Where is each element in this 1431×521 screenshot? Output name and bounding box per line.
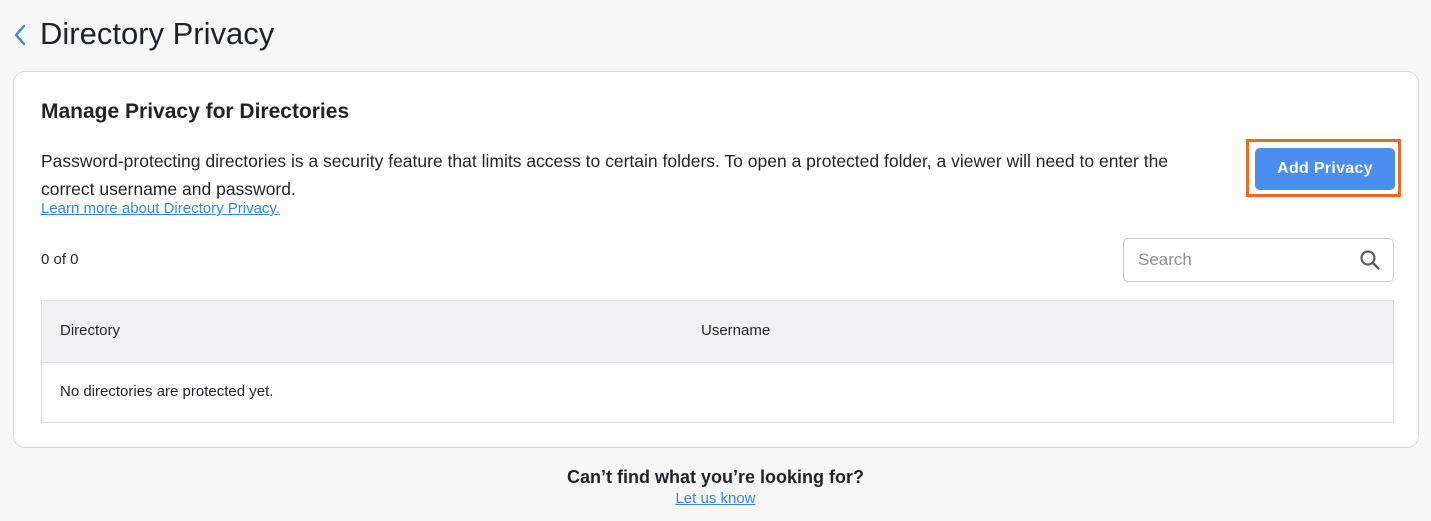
help-question: Can’t find what you’re looking for? [567, 467, 864, 487]
directories-table: Directory Username No directories are pr… [41, 300, 1394, 423]
card-title: Manage Privacy for Directories [41, 100, 350, 123]
let-us-know-link[interactable]: Let us know [675, 490, 755, 507]
page-header: Directory Privacy [0, 0, 1431, 70]
table-empty-message: No directories are protected yet. [60, 383, 274, 400]
search-icon[interactable] [1359, 249, 1381, 271]
table-header-row: Directory Username [42, 301, 1393, 363]
add-privacy-button[interactable]: Add Privacy [1255, 148, 1395, 190]
search-input[interactable] [1138, 239, 1348, 281]
column-header-username[interactable]: Username [701, 322, 770, 339]
help-link-container: Let us know [0, 490, 1431, 507]
learn-more-link[interactable]: Learn more about Directory Privacy. [41, 200, 280, 217]
card-description: Password-protecting directories is a sec… [41, 151, 1169, 199]
search-box [1123, 238, 1394, 282]
back-button[interactable] [8, 20, 32, 50]
result-count: 0 of 0 [41, 251, 79, 268]
privacy-card: Manage Privacy for Directories Password-… [13, 71, 1419, 448]
column-header-directory[interactable]: Directory [60, 322, 120, 339]
chevron-left-icon [14, 24, 26, 46]
page-title: Directory Privacy [40, 16, 275, 51]
